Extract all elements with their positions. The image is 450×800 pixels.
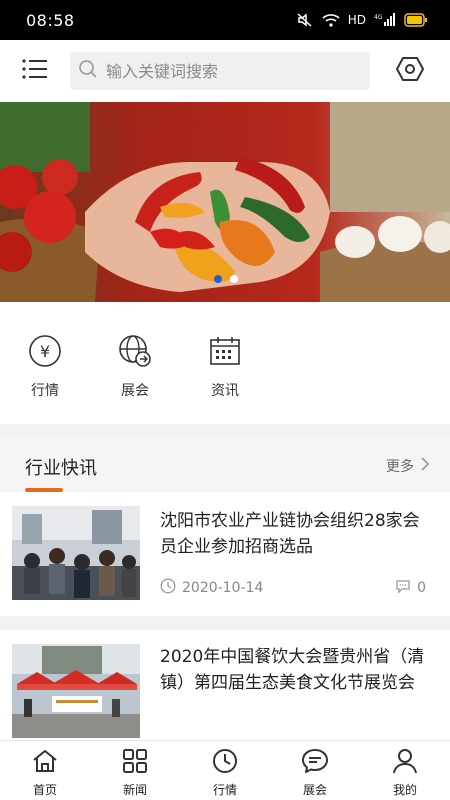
svg-text:4G: 4G — [374, 14, 383, 21]
settings-button[interactable] — [370, 40, 450, 102]
app-screen: 08:58 HD 4G 输入关键词搜索 ¥ 行情 展会 资讯 行业快讯 更多 沈… — [0, 0, 450, 800]
yen-circle-icon: ¥ — [28, 334, 62, 372]
tab-label: 展会 — [302, 783, 327, 797]
tab-profile[interactable]: 我的 — [360, 741, 450, 800]
status-bar: 08:58 HD 4G — [0, 0, 450, 40]
clock-icon — [211, 748, 239, 778]
tab-exhibition[interactable]: 展会 — [270, 741, 360, 800]
carousel-indicator — [214, 275, 238, 283]
tab-home[interactable]: 首页 — [0, 741, 90, 800]
banner-image — [0, 102, 450, 302]
news-date: 2020-10-14 — [182, 580, 264, 596]
top-header — [0, 40, 450, 102]
tab-label: 我的 — [392, 783, 417, 797]
battery-icon — [404, 13, 428, 27]
quick-nav: ¥ 行情 展会 资讯 — [0, 302, 450, 424]
comment-number: 0 — [417, 580, 426, 596]
quick-nav-news[interactable]: 资讯 — [195, 336, 255, 400]
tab-news[interactable]: 新闻 — [90, 741, 180, 800]
network-label: HD — [347, 13, 366, 27]
menu-button[interactable] — [0, 40, 70, 102]
carousel-dot[interactable] — [230, 275, 238, 283]
news-section-header: 行业快讯 更多 — [0, 438, 450, 492]
chat-icon — [301, 748, 329, 778]
news-thumbnail — [12, 506, 140, 600]
bottom-tab-bar: 首页 新闻 行情 展会 我的 — [0, 740, 450, 800]
section-title: 行业快讯 — [25, 458, 97, 479]
news-list-item[interactable]: 沈阳市农业产业链协会组织28家会员企业参加招商选品 2020-10-14 0 — [0, 492, 450, 616]
menu-icon — [22, 58, 48, 84]
mute-icon — [296, 12, 314, 28]
chevron-right-icon — [420, 456, 430, 476]
comment-icon — [395, 578, 411, 598]
comment-count: 0 — [395, 578, 426, 598]
wifi-icon — [322, 13, 340, 27]
search-bar[interactable] — [70, 52, 370, 90]
news-title: 沈阳市农业产业链协会组织28家会员企业参加招商选品 — [160, 511, 420, 557]
user-icon — [391, 748, 419, 778]
news-title: 2020年中国餐饮大会暨贵州省（清镇）第四届生态美食文化节展览会 — [160, 647, 425, 693]
svg-text:¥: ¥ — [40, 342, 50, 361]
more-link[interactable]: 更多 — [386, 456, 430, 476]
carousel-dot-active[interactable] — [214, 275, 222, 283]
quick-nav-label: 行情 — [31, 383, 59, 399]
home-icon — [31, 748, 59, 778]
news-list-item[interactable]: 2020年中国餐饮大会暨贵州省（清镇）第四届生态美食文化节展览会 — [0, 630, 450, 740]
search-input[interactable] — [106, 61, 346, 81]
quick-nav-label: 资讯 — [211, 383, 239, 399]
status-time: 08:58 — [26, 10, 75, 30]
tab-market[interactable]: 行情 — [180, 741, 270, 800]
grid-icon — [121, 748, 149, 778]
quick-nav-market[interactable]: ¥ 行情 — [15, 334, 75, 400]
quick-nav-exhibition[interactable]: 展会 — [105, 334, 165, 400]
signal-icon: 4G — [374, 13, 396, 27]
search-icon — [78, 59, 98, 83]
tab-label: 首页 — [32, 783, 57, 797]
status-icons: HD 4G — [296, 12, 428, 28]
news-thumbnail — [12, 644, 140, 738]
calendar-icon — [208, 334, 242, 372]
more-label: 更多 — [386, 459, 414, 475]
tab-label: 行情 — [212, 783, 237, 797]
globe-icon — [118, 334, 152, 372]
news-meta: 2020-10-14 0 — [160, 578, 426, 598]
clock-icon — [160, 578, 176, 598]
tab-label: 新闻 — [122, 783, 147, 797]
quick-nav-label: 展会 — [121, 383, 149, 399]
banner-carousel[interactable] — [0, 102, 450, 302]
settings-icon — [396, 56, 424, 86]
